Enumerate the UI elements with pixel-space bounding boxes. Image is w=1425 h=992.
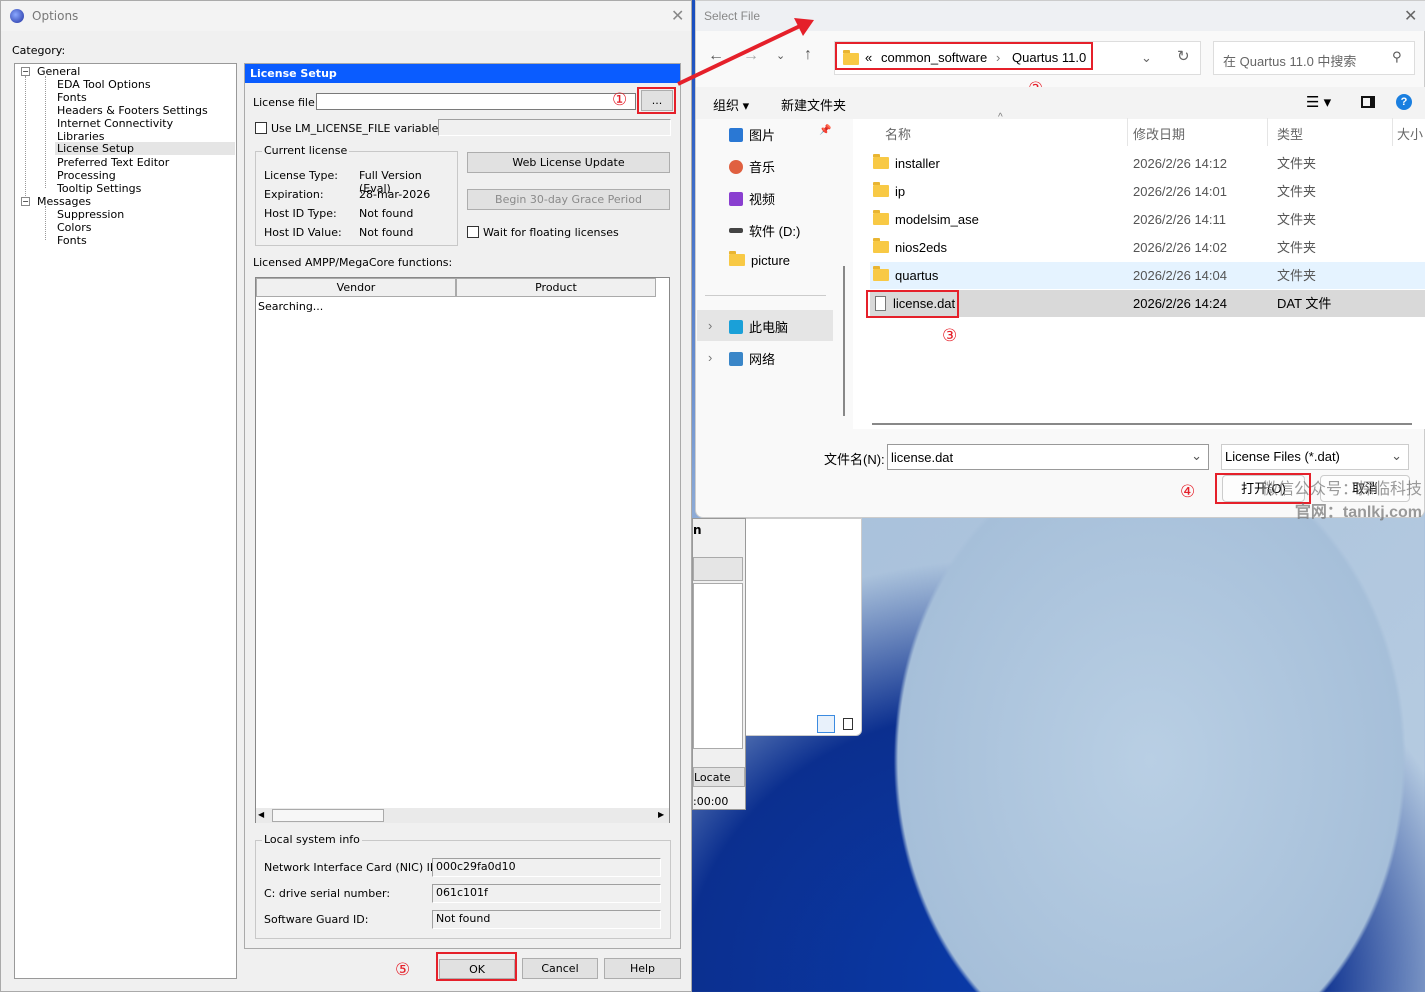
- annotation-arrow: [677, 18, 814, 86]
